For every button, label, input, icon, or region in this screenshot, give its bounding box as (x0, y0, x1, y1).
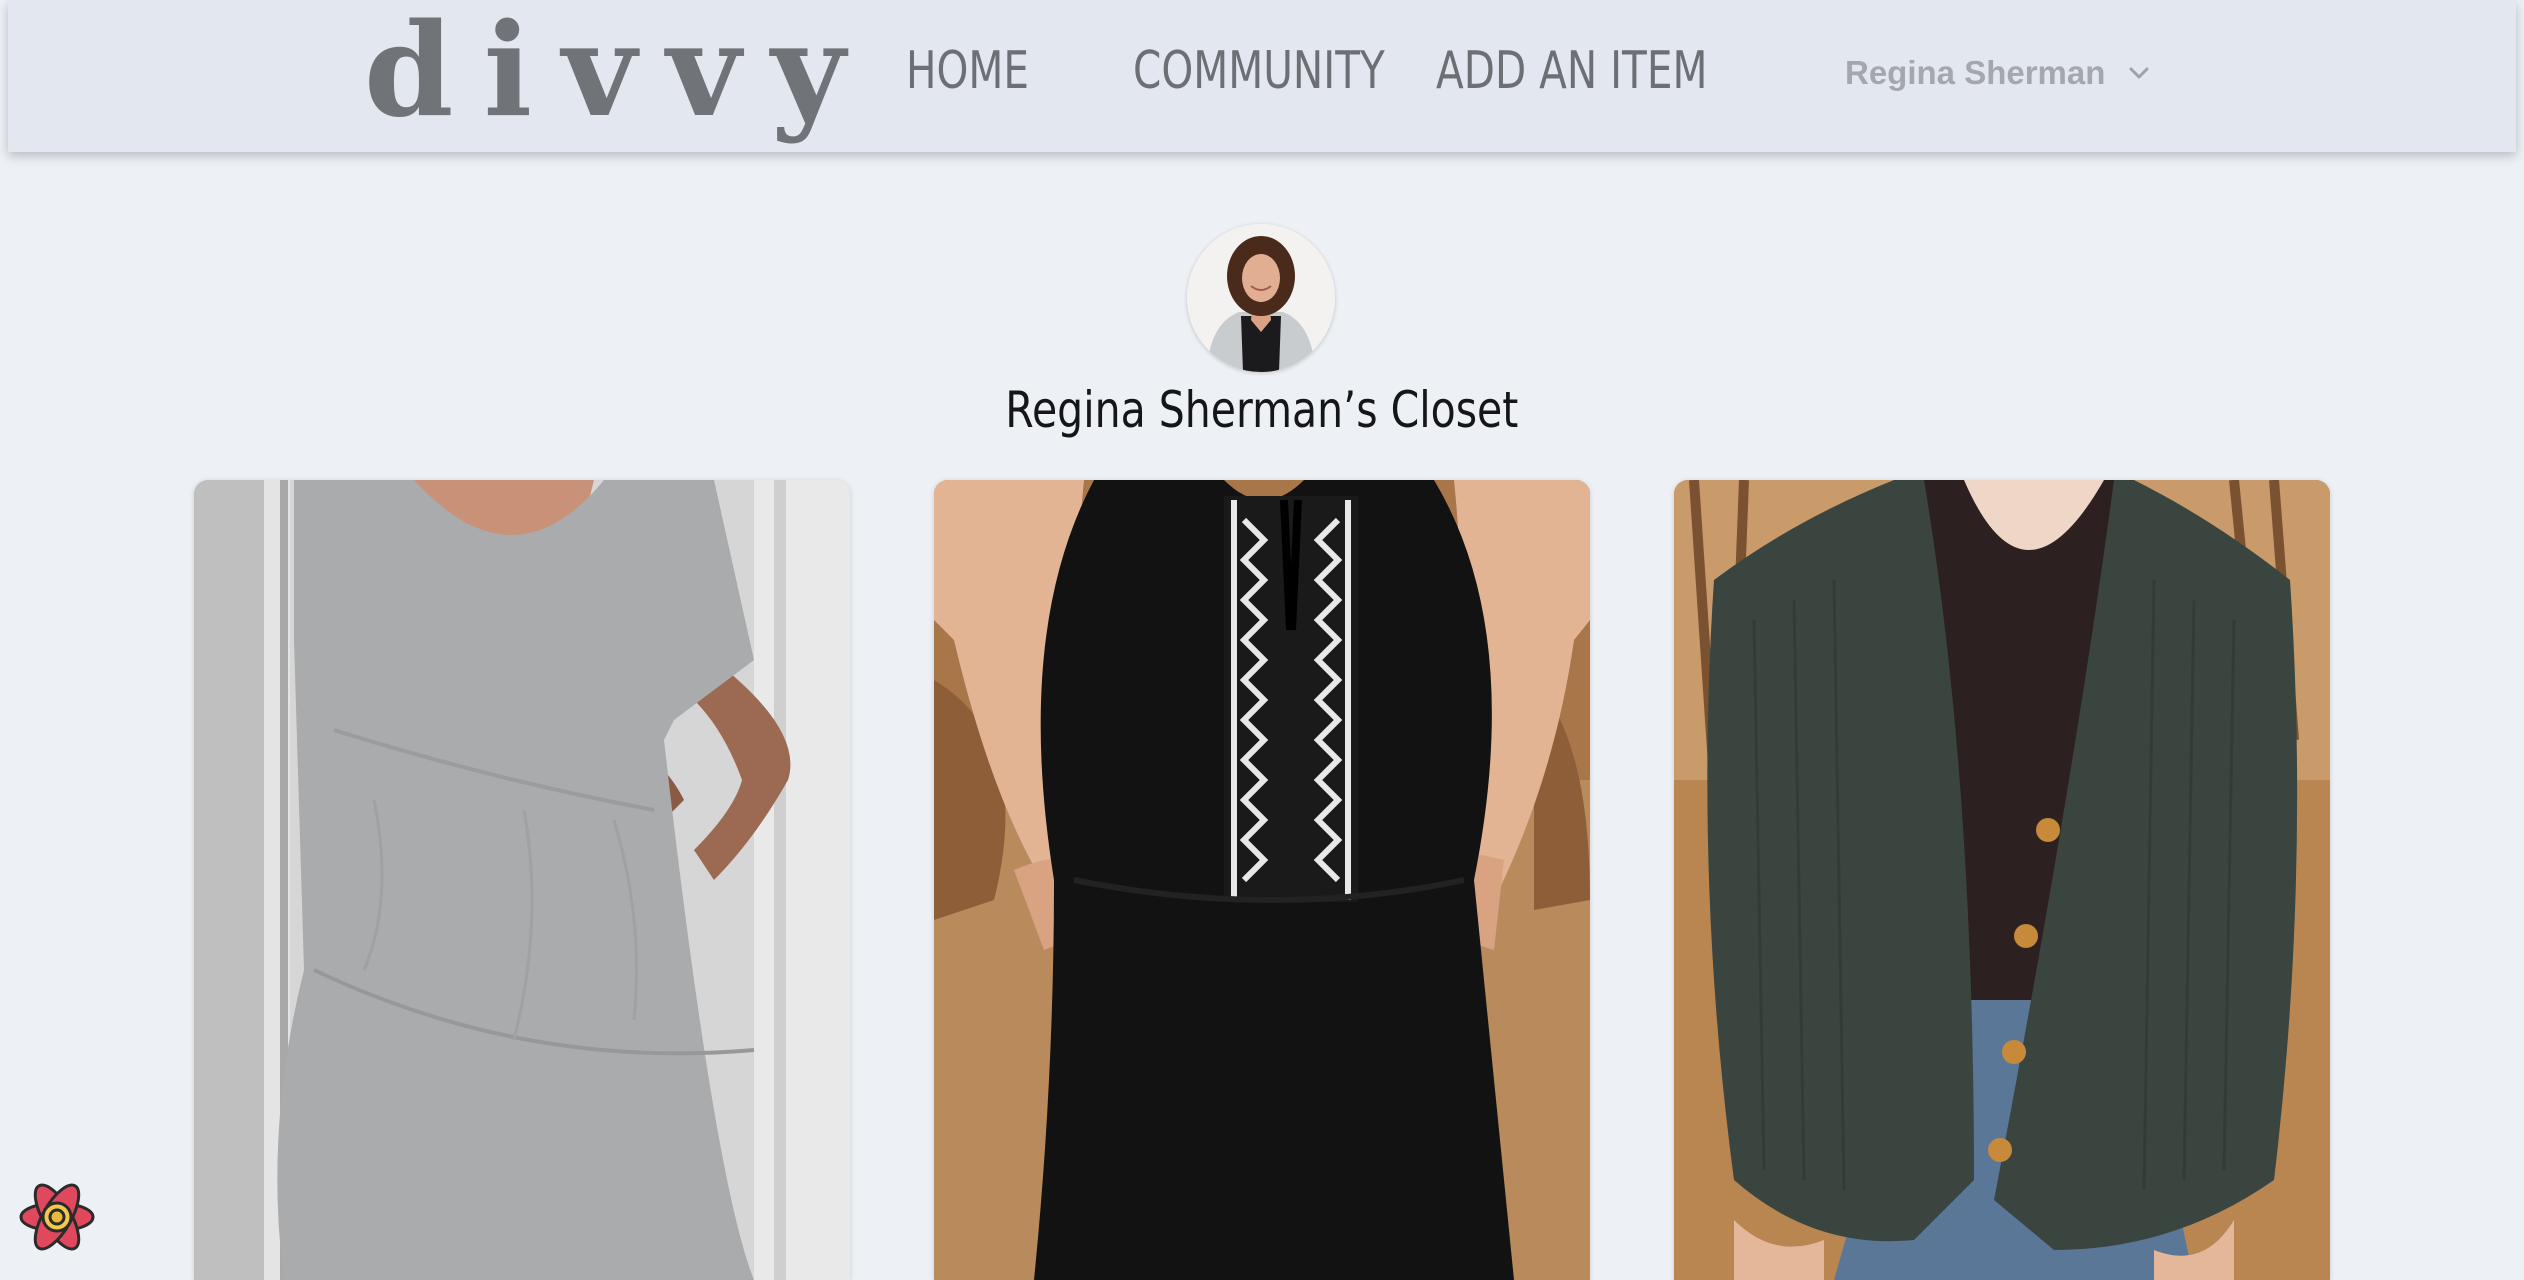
item-photo (1674, 480, 2330, 1280)
avatar (1187, 224, 1335, 372)
chevron-down-icon (2129, 60, 2155, 86)
item-photo (934, 480, 1590, 1280)
navbar: divvy HOME COMMUNITY ADD AN ITEM Regina … (8, 0, 2516, 152)
user-name: Regina Sherman (1845, 54, 2106, 91)
closet-item-card[interactable] (934, 480, 1590, 1280)
closet-item-card[interactable] (194, 480, 850, 1280)
closet-item-card[interactable] (1674, 480, 2330, 1280)
divvy-logo[interactable]: divvy (364, 2, 875, 140)
nav-link-community[interactable]: COMMUNITY (1133, 36, 1385, 106)
react-devtools-icon[interactable] (16, 1176, 98, 1258)
user-menu-dropdown[interactable]: Regina Sherman (1845, 46, 2155, 100)
closet-title: Regina Sherman’s Closet (1005, 381, 1519, 439)
item-photo (194, 480, 850, 1280)
nav-link-add-an-item[interactable]: ADD AN ITEM (1436, 36, 1707, 106)
nav-link-home[interactable]: HOME (906, 36, 1029, 106)
